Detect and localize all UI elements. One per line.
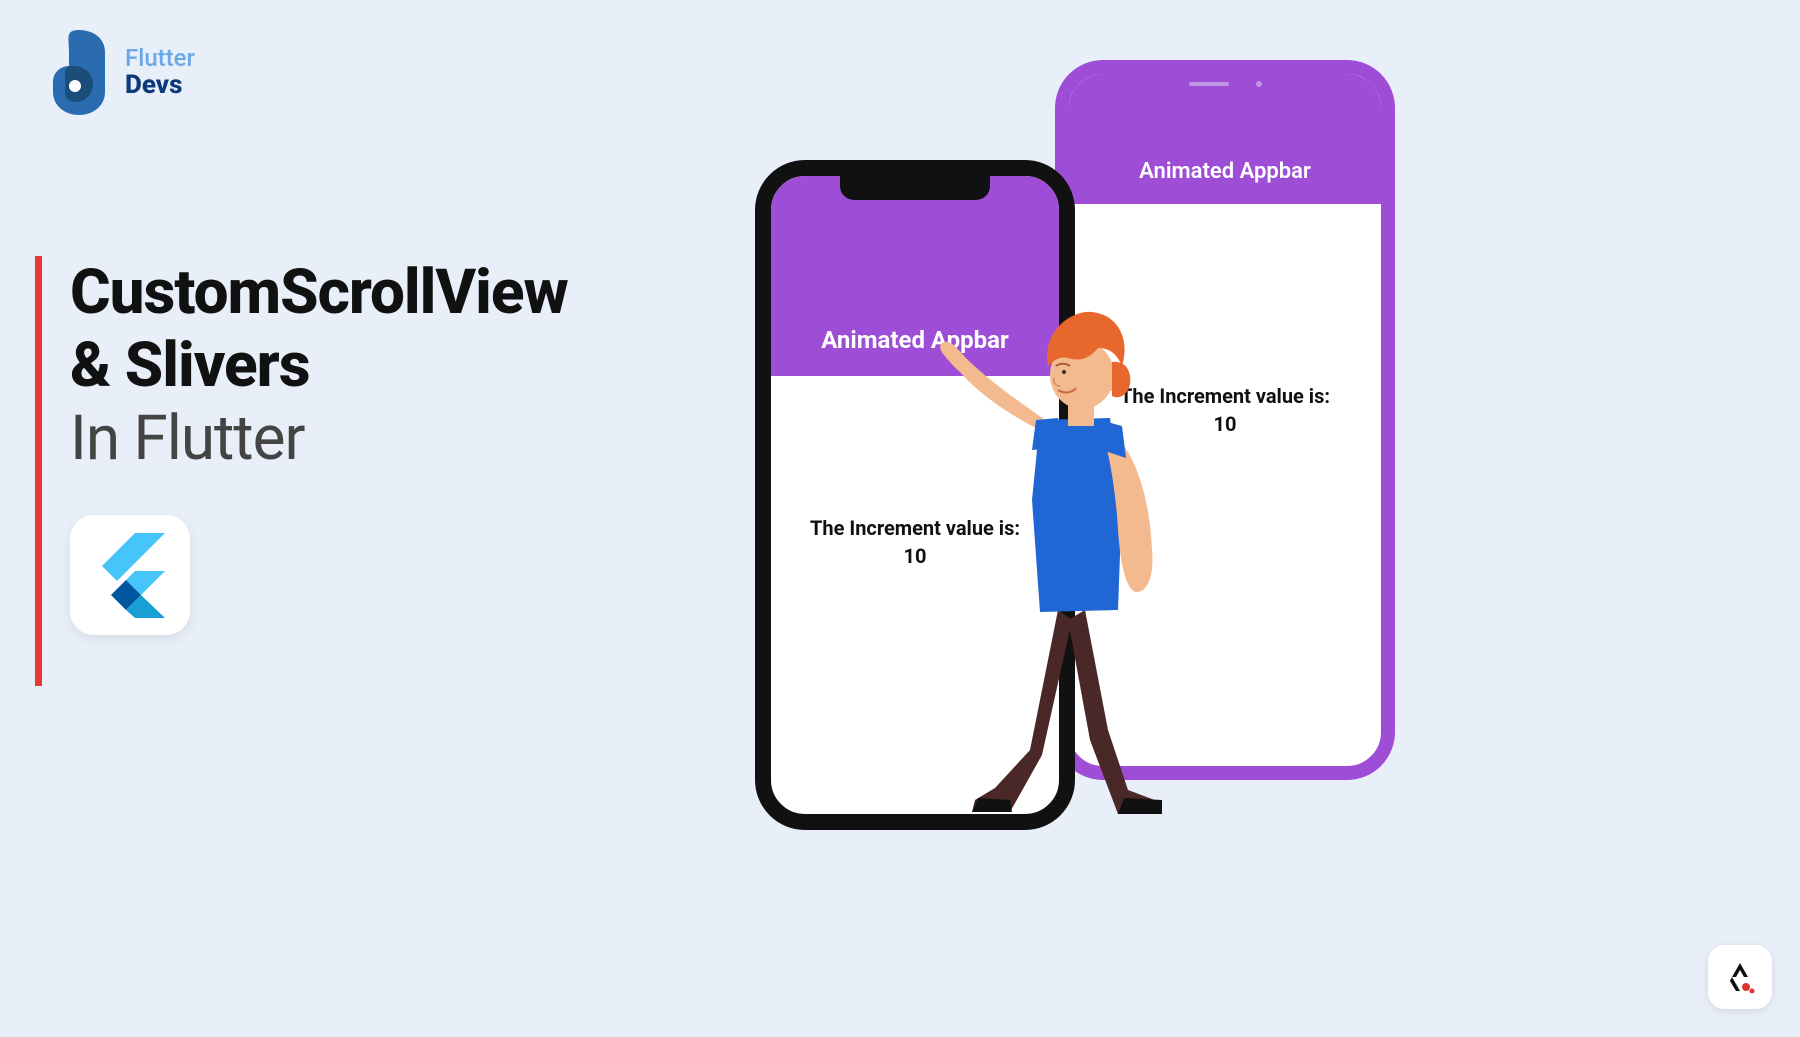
logo-text-top: Flutter	[125, 45, 195, 71]
logo-text: Flutter Devs	[125, 45, 195, 100]
person-illustration-icon	[940, 300, 1220, 830]
phone-notch-icon	[840, 176, 990, 200]
flutter-devs-logo: Flutter Devs	[45, 30, 195, 115]
hero-title-block: CustomScrollView & Slivers In Flutter	[35, 256, 568, 686]
flutter-framework-icon	[70, 515, 190, 635]
aeologic-badge-icon	[1708, 945, 1772, 1009]
title-line-2: & Slivers	[70, 329, 568, 402]
hero-title-text: CustomScrollView & Slivers In Flutter	[70, 256, 568, 686]
title-line-1: CustomScrollView	[70, 256, 568, 329]
logo-mark-icon	[45, 30, 113, 115]
red-accent-bar	[35, 256, 42, 686]
logo-text-bottom: Devs	[125, 71, 195, 100]
phone-back-appbar-title: Animated Appbar	[1139, 159, 1311, 184]
title-line-3: In Flutter	[70, 402, 568, 475]
phone-notch-icon	[1145, 74, 1305, 96]
